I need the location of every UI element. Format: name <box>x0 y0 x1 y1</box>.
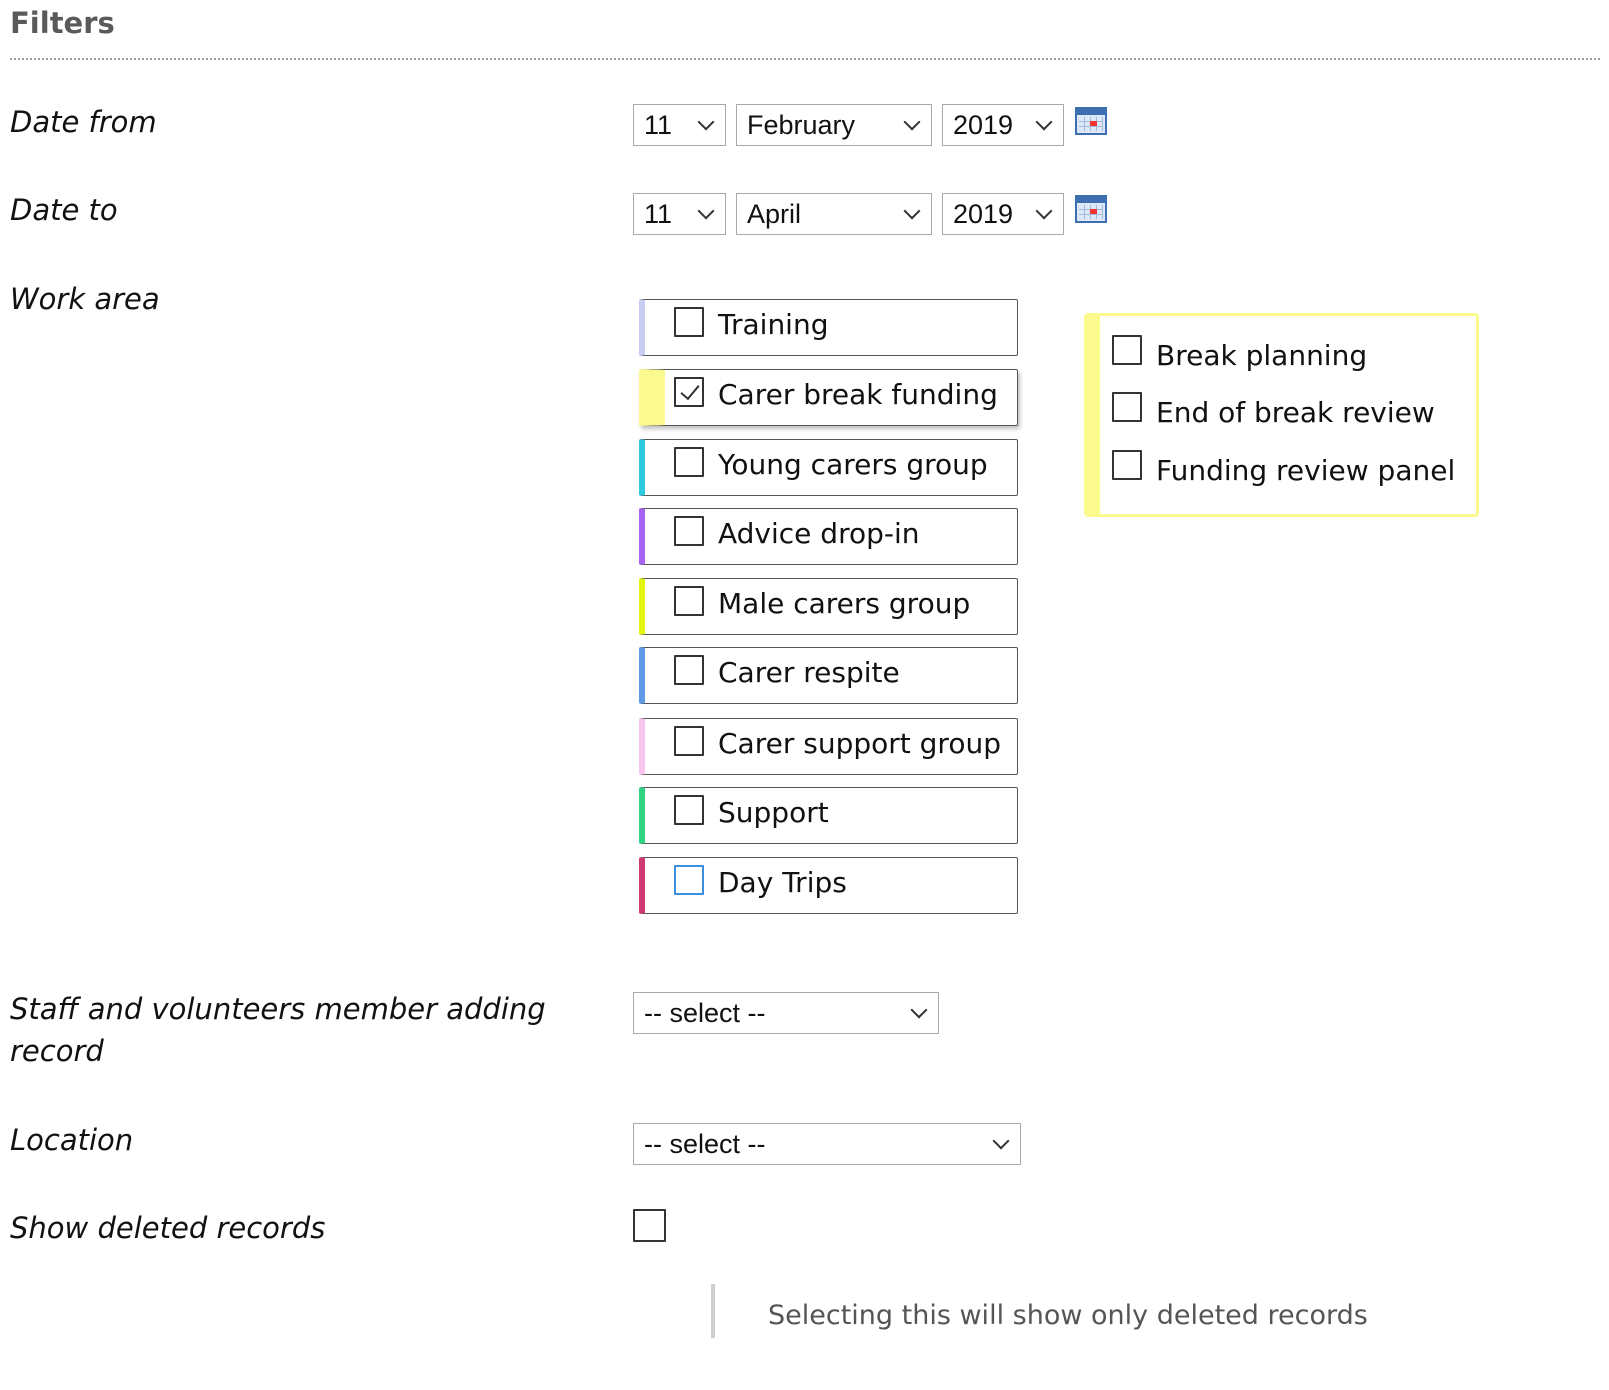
date-from-month-select[interactable]: February <box>736 104 932 146</box>
checkbox-checked[interactable] <box>674 377 704 407</box>
date-to-year-value: 2019 <box>953 199 1014 229</box>
staff-label-line1: Staff and volunteers member adding <box>10 992 546 1026</box>
chevron-down-icon <box>903 113 921 131</box>
work-area-item-label: Support <box>718 796 829 829</box>
location-select[interactable]: -- select -- <box>633 1123 1021 1165</box>
date-to-day-value: 11 <box>644 199 673 229</box>
checkbox[interactable] <box>674 447 704 477</box>
checkbox[interactable] <box>674 516 704 546</box>
checkmark-icon <box>680 379 700 401</box>
work-area-item-label: Young carers group <box>718 448 988 481</box>
checkbox[interactable] <box>1112 450 1142 480</box>
date-from-label: Date from <box>10 105 157 139</box>
date-from-year-select[interactable]: 2019 <box>942 104 1064 146</box>
work-area-item-carer-respite[interactable]: Carer respite <box>639 647 1018 704</box>
work-area-item-support[interactable]: Support <box>639 787 1018 844</box>
date-to-label: Date to <box>10 193 118 227</box>
date-to-day-select[interactable]: 11 <box>633 193 726 235</box>
sub-option-label: Break planning <box>1156 339 1368 372</box>
work-area-label: Work area <box>10 282 160 316</box>
show-deleted-note: Selecting this will show only deleted re… <box>768 1300 1368 1331</box>
work-area-item-day-trips[interactable]: Day Trips <box>639 857 1018 914</box>
date-from-year-value: 2019 <box>953 110 1014 140</box>
date-to-month-select[interactable]: April <box>736 193 932 235</box>
staff-select-value: -- select -- <box>644 998 766 1028</box>
work-area-item-label: Training <box>718 308 829 341</box>
chevron-down-icon <box>1035 113 1053 131</box>
staff-label-line2: record <box>10 1034 104 1068</box>
work-area-item-carer-support-group[interactable]: Carer support group <box>639 718 1018 775</box>
checkbox[interactable] <box>674 655 704 685</box>
work-area-item-male-carers-group[interactable]: Male carers group <box>639 578 1018 635</box>
work-area-item-label: Carer break funding <box>718 378 998 411</box>
date-from-month-value: February <box>747 110 856 140</box>
filters-heading: Filters <box>10 6 115 40</box>
work-area-item-label: Male carers group <box>718 587 971 620</box>
work-area-item-label: Carer support group <box>718 727 1001 760</box>
work-area-item-carer-break-funding[interactable]: Carer break funding <box>639 369 1018 426</box>
chevron-down-icon <box>903 202 921 220</box>
note-bar <box>711 1284 715 1338</box>
calendar-icon[interactable] <box>1075 195 1107 223</box>
show-deleted-checkbox[interactable] <box>633 1209 666 1242</box>
work-area-item-label: Carer respite <box>718 656 900 689</box>
work-area-item-label: Advice drop-in <box>718 517 920 550</box>
carer-break-funding-sub-options: Break planning End of break review Fundi… <box>1084 313 1479 517</box>
sub-option-label: End of break review <box>1156 396 1435 429</box>
work-area-item-young-carers-group[interactable]: Young carers group <box>639 439 1018 496</box>
calendar-icon[interactable] <box>1075 107 1107 135</box>
location-label: Location <box>10 1123 134 1157</box>
chevron-down-icon <box>697 113 715 131</box>
divider <box>10 58 1600 60</box>
location-select-value: -- select -- <box>644 1129 766 1159</box>
show-deleted-label: Show deleted records <box>10 1211 326 1245</box>
checkbox[interactable] <box>674 795 704 825</box>
chevron-down-icon <box>1035 202 1053 220</box>
chevron-down-icon <box>697 202 715 220</box>
checkbox[interactable] <box>674 307 704 337</box>
staff-select[interactable]: -- select -- <box>633 992 939 1034</box>
work-area-item-label: Day Trips <box>718 866 847 899</box>
date-to-month-value: April <box>747 199 802 229</box>
checkbox[interactable] <box>1112 392 1142 422</box>
checkbox[interactable] <box>674 586 704 616</box>
date-to-year-select[interactable]: 2019 <box>942 193 1064 235</box>
sub-option-label: Funding review panel <box>1156 454 1456 487</box>
work-area-item-training[interactable]: Training <box>639 299 1018 356</box>
date-from-day-select[interactable]: 11 <box>633 104 726 146</box>
checkbox[interactable] <box>1112 335 1142 365</box>
chevron-down-icon <box>910 1001 928 1019</box>
checkbox[interactable] <box>674 726 704 756</box>
date-from-day-value: 11 <box>644 110 673 140</box>
work-area-item-advice-drop-in[interactable]: Advice drop-in <box>639 508 1018 565</box>
checkbox[interactable] <box>674 865 704 895</box>
chevron-down-icon <box>992 1132 1010 1150</box>
